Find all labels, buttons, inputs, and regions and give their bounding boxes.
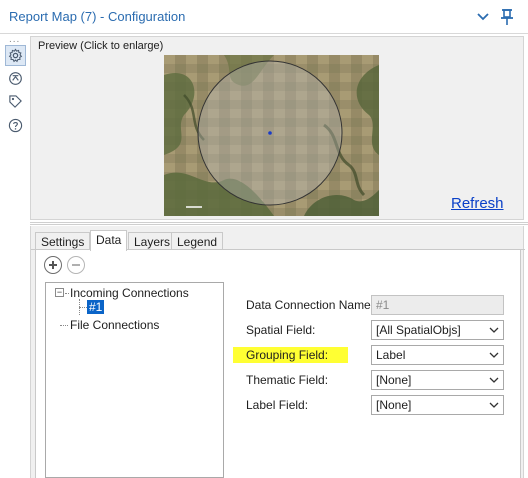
tool-rail: ... xyxy=(0,34,30,478)
spatial-field-value: [All SpatialObjs] xyxy=(376,323,461,337)
grouping-field-label: Grouping Field: xyxy=(233,347,349,363)
title-bar: Report Map (7) - Configuration xyxy=(0,0,528,34)
map-preview-image[interactable] xyxy=(164,55,379,216)
chevron-down-icon[interactable] xyxy=(476,10,490,24)
tab-legend[interactable]: Legend xyxy=(171,232,224,250)
tree-node-file-connections[interactable]: File Connections xyxy=(70,318,159,332)
preview-label: Preview (Click to enlarge) xyxy=(38,40,164,52)
chevron-down-icon xyxy=(489,377,499,383)
tag-icon[interactable] xyxy=(5,91,26,112)
data-connection-name-input: #1 xyxy=(371,295,504,315)
add-icon[interactable] xyxy=(44,256,62,274)
tree-line xyxy=(65,293,69,294)
field-form: Data Connection Name: #1 Spatial Field: … xyxy=(233,250,520,478)
connection-icon[interactable] xyxy=(5,68,26,89)
window-title: Report Map (7) - Configuration xyxy=(9,9,186,24)
thematic-field-label: Thematic Field: xyxy=(246,373,329,387)
tree-node-incoming-connections[interactable]: Incoming Connections xyxy=(70,286,189,300)
data-connection-name-label: Data Connection Name: xyxy=(246,298,375,312)
pin-icon[interactable] xyxy=(499,8,515,26)
tab-layers[interactable]: Layers xyxy=(128,232,177,250)
label-field-select[interactable]: [None] xyxy=(371,395,504,415)
remove-icon[interactable] xyxy=(67,256,85,274)
tree-line xyxy=(60,325,68,326)
connections-tree: − Incoming Connections #1 File Connectio… xyxy=(45,282,224,478)
thematic-field-select[interactable]: [None] xyxy=(371,370,504,390)
spatial-field-select[interactable]: [All SpatialObjs] xyxy=(371,320,504,340)
panel-splitter[interactable] xyxy=(30,222,528,225)
config-panel: Settings Data Layers Legend − Incoming C… xyxy=(30,226,525,478)
tab-settings[interactable]: Settings xyxy=(35,232,91,250)
help-icon[interactable] xyxy=(5,115,26,136)
preview-panel: Preview (Click to enlarge) Refresh xyxy=(30,36,524,220)
spatial-field-label: Spatial Field: xyxy=(246,323,316,337)
gear-icon[interactable] xyxy=(5,45,26,66)
chevron-down-icon xyxy=(489,327,499,333)
grouping-field-select[interactable]: Label xyxy=(371,345,504,365)
refresh-link[interactable]: Refresh xyxy=(451,195,504,212)
tree-expander[interactable]: − xyxy=(55,288,64,297)
label-field-label: Label Field: xyxy=(246,398,309,412)
chevron-down-icon xyxy=(489,402,499,408)
data-tab-body: − Incoming Connections #1 File Connectio… xyxy=(35,250,521,478)
thematic-field-value: [None] xyxy=(376,373,412,387)
tree-node-connection-1[interactable]: #1 xyxy=(87,300,105,314)
rail-grip: ... xyxy=(9,34,21,45)
chevron-down-icon xyxy=(489,352,499,358)
tab-data[interactable]: Data xyxy=(90,230,128,251)
grouping-field-label-text: Grouping Field: xyxy=(233,347,349,363)
label-field-value: [None] xyxy=(376,398,412,412)
grouping-field-value: Label xyxy=(376,348,406,362)
